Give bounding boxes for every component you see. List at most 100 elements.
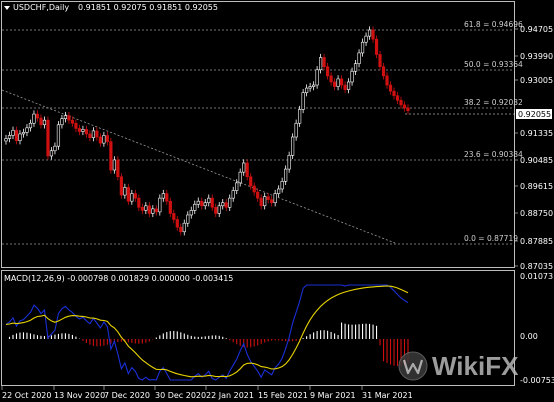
candle-body <box>95 130 99 138</box>
candle-body <box>392 90 396 97</box>
fibonacci-levels[interactable]: 61.8 = 0.94696 50.0 = 0.93364 38.2 = 0.920… <box>2 20 523 245</box>
candle-body <box>60 118 64 126</box>
candle-body <box>217 205 221 214</box>
wikifx-logo-icon <box>398 351 428 381</box>
candle-body <box>63 115 68 119</box>
price-axis-label: 0.93005 <box>520 76 553 85</box>
candle-body <box>364 35 368 43</box>
candle-body <box>4 138 8 142</box>
candle-body <box>322 57 326 67</box>
macd-signal-line <box>5 285 409 378</box>
fib-level-label: 38.2 = 0.92032 <box>464 98 523 107</box>
candle-body <box>210 197 214 208</box>
candle-body <box>21 132 26 135</box>
price-axis-label: 0.87885 <box>520 237 553 246</box>
candle-body <box>105 135 109 142</box>
candle-body <box>350 70 354 83</box>
candle-body <box>263 196 267 207</box>
candle-body <box>381 66 386 77</box>
candle-body <box>388 84 393 92</box>
fib-level-label: 23.6 = 0.90384 <box>464 150 523 159</box>
candle-body <box>270 199 274 204</box>
candle-body <box>273 193 277 204</box>
candle-body <box>242 162 246 173</box>
candle-body <box>189 210 193 216</box>
price-axis-label: 0.93990 <box>520 52 553 61</box>
candle-body <box>49 150 54 157</box>
candle-body <box>151 208 155 214</box>
symbol-label: USDCHF,Daily <box>13 3 69 12</box>
candle-body <box>14 129 19 141</box>
candle-body <box>319 57 323 71</box>
candle-body <box>235 182 239 191</box>
candle-body <box>329 75 333 83</box>
macd-axis-label: -0.007533 <box>520 376 554 385</box>
candle-body <box>374 38 379 55</box>
candle-body <box>172 213 176 220</box>
candle-body <box>161 193 165 199</box>
candle-body <box>277 188 281 194</box>
candle-body <box>112 159 116 171</box>
candle-body <box>312 84 316 87</box>
macd-axis: 0.010731 0.00 -0.007533 <box>520 272 554 385</box>
candle-body <box>119 176 123 196</box>
fib-level-label: 61.8 = 0.94696 <box>464 20 523 29</box>
candle-body <box>238 171 242 184</box>
candle-body <box>252 185 256 193</box>
candle-body <box>158 197 162 213</box>
candle-body <box>165 193 169 202</box>
candle-body <box>186 214 190 224</box>
candle-body <box>245 162 249 178</box>
candle-body <box>74 122 78 129</box>
candle-body <box>203 202 207 207</box>
candle-body <box>53 145 57 152</box>
candle-body <box>32 113 36 124</box>
price-axis-label: 0.90485 <box>520 156 553 165</box>
candle-body <box>256 191 260 199</box>
time-axis-label: 30 Dec 2020 <box>155 391 206 400</box>
candle-body <box>200 200 204 207</box>
macd-axis-label: 0.010731 <box>520 272 554 281</box>
candle-body <box>81 129 85 132</box>
fib-level-label: 50.0 = 0.93364 <box>464 60 523 69</box>
candle-body <box>284 168 288 182</box>
candle-body <box>402 104 407 109</box>
candle-body <box>179 226 183 233</box>
candle-body <box>336 78 340 87</box>
candle-body <box>399 100 403 106</box>
price-axis-label: 0.87035 <box>520 262 553 271</box>
macd-axis-label: 0.00 <box>520 332 538 341</box>
candle-body <box>280 181 284 190</box>
candle-body <box>231 190 235 199</box>
candle-body <box>133 193 137 199</box>
price-axis-label: 0.88750 <box>520 209 553 218</box>
candle-body <box>196 200 200 205</box>
candle-body <box>175 219 179 228</box>
macd-line <box>5 284 409 381</box>
candle-body <box>339 78 344 86</box>
candle-body <box>144 205 148 211</box>
time-axis-label: 13 Nov 2020 <box>54 391 105 400</box>
candle-body <box>301 92 305 110</box>
current-price-marker: 0.92055 <box>405 109 552 119</box>
price-axis-label: 0.89615 <box>520 182 553 191</box>
candle-body <box>91 130 95 138</box>
candle-body <box>35 113 40 119</box>
time-axis-label: 31 Mar 2021 <box>362 391 413 400</box>
time-axis-label: 22 Jan 2021 <box>206 391 254 400</box>
chart-canvas[interactable]: USDCHF,Daily 0.91851 0.92075 0.91851 0.9… <box>0 0 554 402</box>
candle-body <box>385 75 389 86</box>
candle-body <box>28 122 33 129</box>
candle-body <box>266 196 270 200</box>
time-axis: 22 Oct 2020 13 Nov 20207 Dec 2020 30 Dec 2… <box>1 386 413 400</box>
wikifx-watermark: WikiFX <box>398 351 519 381</box>
trendline[interactable] <box>1 89 396 244</box>
candle-body <box>126 187 130 202</box>
current-price-label: 0.92055 <box>518 110 551 119</box>
candlestick-series <box>4 26 410 236</box>
candle-body <box>207 197 211 204</box>
price-axis-label: 0.94705 <box>520 25 553 34</box>
wikifx-text: WikiFX <box>432 351 519 381</box>
triangle-down-icon[interactable] <box>4 6 10 10</box>
candle-body <box>367 29 372 37</box>
